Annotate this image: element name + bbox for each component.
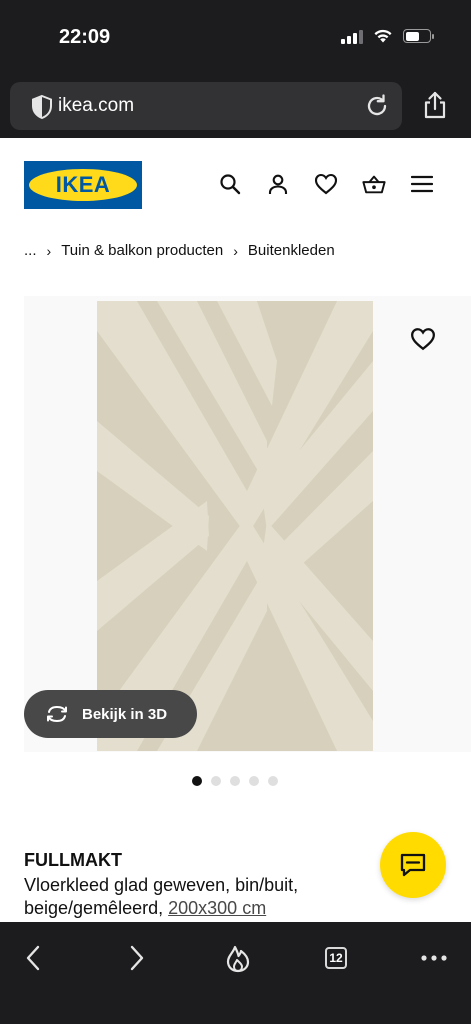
logo-oval: IKEA <box>29 169 137 201</box>
address-bar[interactable]: ikea.com <box>10 82 402 130</box>
share-icon[interactable] <box>422 90 448 120</box>
view-in-3d-label: Bekijk in 3D <box>82 705 168 723</box>
carousel-dot[interactable] <box>249 776 259 786</box>
flame-icon <box>226 945 250 973</box>
shield-icon <box>32 94 52 120</box>
header-icons <box>218 172 434 196</box>
favourite-heart-icon[interactable] <box>410 326 436 352</box>
browser-top-chrome: 22:09 ikea.com <box>0 0 471 138</box>
logo-text: IKEA <box>55 172 111 197</box>
chevron-left-icon <box>26 945 40 971</box>
carousel-dot[interactable] <box>230 776 240 786</box>
menu-icon[interactable] <box>410 172 434 196</box>
product-size-link[interactable]: 200x300 cm <box>168 898 266 918</box>
image-carousel-dots <box>192 776 278 786</box>
back-button[interactable] <box>15 940 51 976</box>
product-image-rug[interactable] <box>97 301 373 751</box>
tab-count: 12 <box>325 947 347 969</box>
more-button[interactable] <box>416 940 452 976</box>
breadcrumb-ellipsis[interactable]: ... <box>24 242 37 259</box>
tabs-button[interactable]: 12 <box>318 940 354 976</box>
breadcrumb: ... › Tuin & balkon producten › Buitenkl… <box>24 242 335 259</box>
status-time: 22:09 <box>59 26 111 48</box>
browser-bottom-toolbar: 12 <box>0 922 471 1024</box>
rotate-3d-icon <box>47 705 67 723</box>
status-icons <box>341 28 434 44</box>
chevron-right-icon: › <box>233 242 238 259</box>
chat-button[interactable] <box>380 832 446 898</box>
ikea-logo[interactable]: IKEA <box>24 161 142 209</box>
reload-icon[interactable] <box>364 93 390 119</box>
search-icon[interactable] <box>218 172 242 196</box>
wifi-icon <box>374 29 392 43</box>
chevron-right-icon: › <box>46 242 52 259</box>
heart-icon[interactable] <box>314 172 338 196</box>
view-in-3d-button[interactable]: Bekijk in 3D <box>24 690 197 738</box>
battery-icon <box>403 29 434 43</box>
burn-button[interactable] <box>220 940 256 976</box>
screen: 22:09 ikea.com IKEA ... › Tuin & balkon … <box>0 0 471 1024</box>
product-name: FULLMAKT <box>24 850 122 870</box>
account-icon[interactable] <box>266 172 290 196</box>
carousel-dot[interactable] <box>211 776 221 786</box>
more-dots-icon <box>421 955 447 961</box>
basket-icon[interactable] <box>362 172 386 196</box>
carousel-dot[interactable] <box>268 776 278 786</box>
forward-button[interactable] <box>119 940 155 976</box>
chevron-right-icon <box>130 945 144 971</box>
cellular-signal-icon <box>341 28 363 44</box>
product-description: Vloerkleed glad geweven, bin/buit, beige… <box>24 874 364 920</box>
chat-icon <box>400 853 426 877</box>
breadcrumb-item-tuin-balkon[interactable]: Tuin & balkon producten <box>61 242 223 259</box>
url-text: ikea.com <box>58 95 135 116</box>
breadcrumb-item-buitenkleden[interactable]: Buitenkleden <box>248 242 335 259</box>
carousel-dot[interactable] <box>192 776 202 786</box>
